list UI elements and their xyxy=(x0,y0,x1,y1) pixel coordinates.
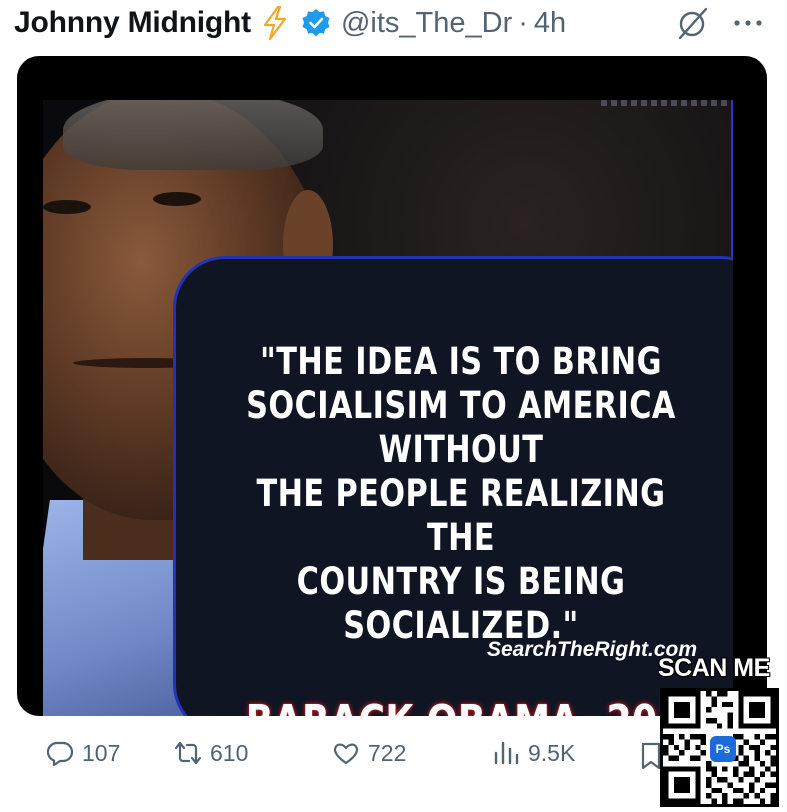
action-bar: 107 610 722 9.5K xyxy=(40,730,650,776)
qr-center-badge: Ps xyxy=(710,736,736,762)
quote-attribution: --BARACK OBAMA, 201 xyxy=(215,696,683,716)
view-count: 9.5K xyxy=(528,739,576,766)
lightning-bolt-icon xyxy=(261,5,289,41)
scan-me-label: SCAN ME xyxy=(658,654,770,682)
portrait-hair xyxy=(63,100,323,170)
reply-count: 107 xyxy=(82,739,121,766)
reply-button[interactable]: 107 xyxy=(46,730,120,776)
quote-line: COUNTRY IS BEING SOCIALIZED." xyxy=(296,560,626,647)
timestamp[interactable]: 4h xyxy=(534,7,566,40)
display-name[interactable]: Johnny Midnight xyxy=(14,6,251,40)
like-button[interactable]: 722 xyxy=(332,730,406,776)
quote-line: "THE IDEA IS TO BRING xyxy=(260,340,662,383)
retweet-count: 610 xyxy=(210,739,249,766)
views-icon xyxy=(494,741,519,765)
portrait-eye xyxy=(43,200,91,214)
user-handle[interactable]: @its_The_Dr xyxy=(341,7,512,40)
separator-dot: · xyxy=(518,6,528,39)
meme-image: "THE IDEA IS TO BRING SOCIALISIM TO AMER… xyxy=(43,100,733,716)
quote-line: THE PEOPLE REALIZING THE xyxy=(256,472,666,559)
tweet-header: Johnny Midnight @its_The_Dr · 4h xyxy=(14,0,774,46)
decorative-dashes xyxy=(601,100,731,106)
tweet-media[interactable]: "THE IDEA IS TO BRING SOCIALISIM TO AMER… xyxy=(17,56,767,716)
portrait-eye xyxy=(153,192,201,206)
grok-icon[interactable] xyxy=(676,6,710,40)
reply-icon xyxy=(46,741,74,767)
quote-line: SOCIALISIM TO AMERICA WITHOUT xyxy=(246,384,676,471)
verified-badge-icon[interactable] xyxy=(301,8,331,38)
like-icon xyxy=(334,743,358,765)
retweet-button[interactable]: 610 xyxy=(174,730,248,776)
more-icon[interactable] xyxy=(730,8,766,38)
retweet-icon xyxy=(174,741,202,765)
bookmark-icon[interactable] xyxy=(640,742,662,770)
views-button[interactable]: 9.5K xyxy=(492,730,575,776)
quote-text: "THE IDEA IS TO BRING SOCIALISIM TO AMER… xyxy=(231,340,690,648)
qr-code[interactable]: Ps xyxy=(660,688,779,807)
like-count: 722 xyxy=(368,739,407,766)
